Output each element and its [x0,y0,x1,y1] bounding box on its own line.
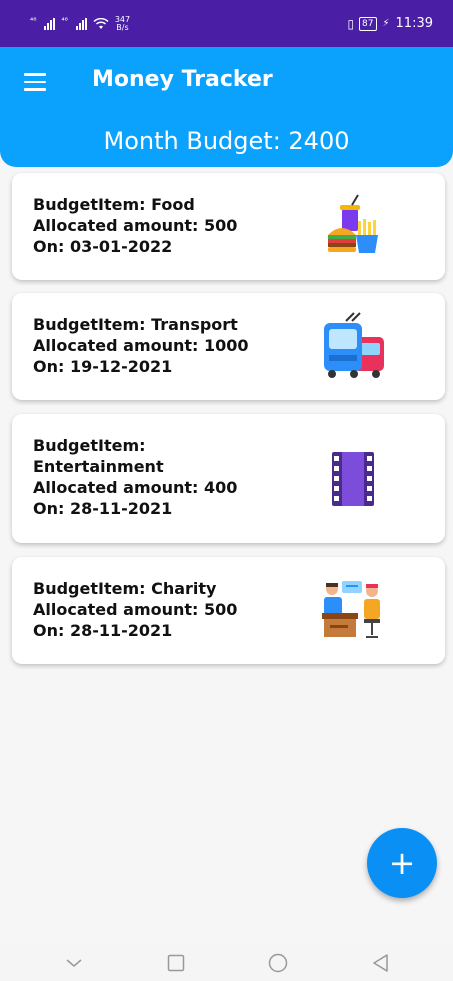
transport-icon [324,312,384,378]
app-bar: Money Tracker [0,47,453,117]
network-speed: 347 B/s [115,15,130,32]
budget-item-text: BudgetItem: Food Allocated amount: 500 O… [33,194,237,257]
square-icon [167,954,184,972]
budget-item-amount: Allocated amount: 500 [33,600,238,619]
budget-item-date: On: 28-11-2021 [33,621,173,640]
nav-recents-button[interactable] [156,948,196,978]
budget-item-text: BudgetItem: Charity Allocated amount: 50… [33,578,237,641]
budget-item-name: BudgetItem: Charity [33,579,217,598]
signal-bars-icon [44,17,56,30]
nav-back-button[interactable] [360,948,400,978]
budget-item-date: On: 03-01-2022 [33,237,173,256]
budget-item-name: BudgetItem: [33,436,146,455]
budget-item-amount: Allocated amount: 500 [33,216,238,235]
back-triangle-icon [372,954,388,972]
food-icon [328,194,378,253]
charging-icon: ⚡ [382,18,390,29]
nav-home-button[interactable] [258,948,298,978]
budget-item-card-food[interactable]: BudgetItem: Food Allocated amount: 500 O… [12,173,445,280]
month-budget-banner: Month Budget: 2400 [0,117,453,167]
budget-item-name: BudgetItem: Food [33,195,195,214]
budget-item-date: On: 28-11-2021 [33,499,173,518]
signal-bars-icon [75,17,87,30]
status-left: ⁴⁶ ⁴⁶ 347 B/s [30,15,130,32]
budget-item-amount: Allocated amount: 1000 [33,336,249,355]
budget-item-card-entertainment[interactable]: BudgetItem: Entertainment Allocated amou… [12,414,445,543]
budget-item-text: BudgetItem: Entertainment Allocated amou… [33,435,237,519]
system-navigation-bar [0,945,453,981]
nav-collapse-button[interactable] [54,948,94,978]
budget-item-card-transport[interactable]: BudgetItem: Transport Allocated amount: … [12,293,445,400]
budget-item-date: On: 19-12-2021 [33,357,173,376]
circle-icon [268,953,287,973]
vibrate-icon: ▯ [347,16,354,31]
signal-type-2: ⁴⁶ [61,15,68,25]
signal-type-1: ⁴⁶ [30,15,37,25]
budget-item-name-cont: Entertainment [33,457,164,476]
battery-indicator: 87 [359,16,377,31]
charity-icon [322,581,380,638]
film-icon [332,452,374,506]
status-right: ▯ 87 ⚡ 11:39 [347,16,433,31]
budget-item-card-charity[interactable]: BudgetItem: Charity Allocated amount: 50… [12,557,445,664]
budget-item-amount: Allocated amount: 400 [33,478,238,497]
app-title: Money Tracker [92,67,273,92]
hamburger-menu-icon[interactable] [24,73,46,91]
add-budget-item-button[interactable]: + [367,828,437,898]
chevron-down-icon [66,959,81,967]
network-speed-unit: B/s [116,22,129,32]
budget-item-name: BudgetItem: Transport [33,315,238,334]
wifi-icon [93,17,109,29]
budget-item-text: BudgetItem: Transport Allocated amount: … [33,314,249,377]
clock: 11:39 [395,16,433,31]
status-bar: ⁴⁶ ⁴⁶ 347 B/s ▯ 87 ⚡ 11:39 [0,0,453,47]
